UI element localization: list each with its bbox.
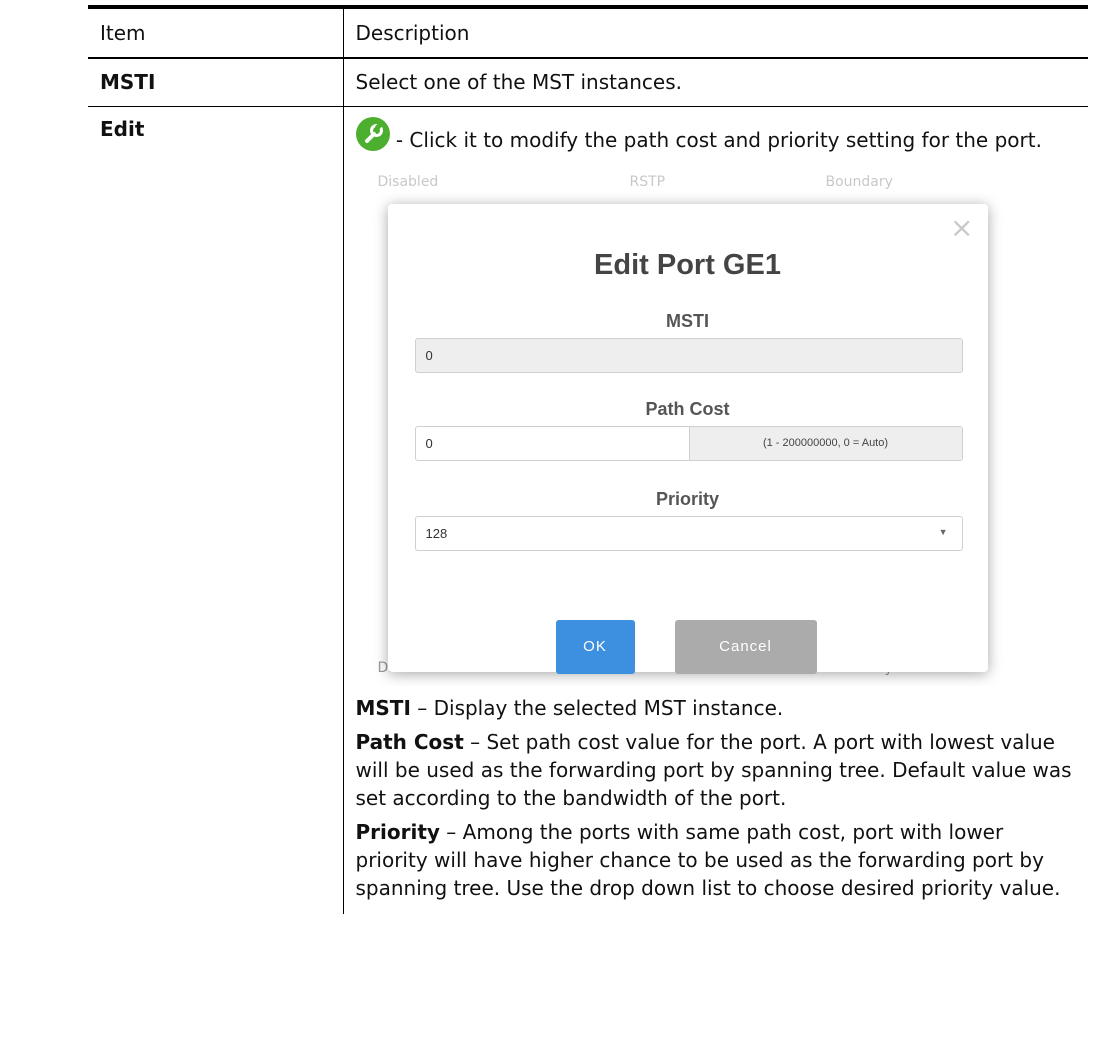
paragraph-text: – Display the selected MST instance. xyxy=(410,695,784,720)
paragraph-term: MSTI xyxy=(355,695,411,720)
edit-port-dialog: × Edit Port GE1 MSTI 0 Path Cost 0 (1 - … xyxy=(387,203,988,674)
edit-port-screenshot: Disabled RSTP Boundary Disabled RSTP Bou… xyxy=(356,174,1006,686)
msti-field: 0 xyxy=(414,337,963,373)
description-table: Item Description MSTI Select one of the … xyxy=(88,5,1088,914)
cancel-button[interactable]: Cancel xyxy=(674,619,817,674)
table-header-row: Item Description xyxy=(88,5,1088,59)
path-cost-value: 0 xyxy=(425,435,433,451)
priority-select[interactable]: 128 ▼ xyxy=(414,515,963,551)
background-cell: Disabled xyxy=(377,173,439,190)
paragraph-term: Path Cost xyxy=(355,729,464,754)
header-description: Description xyxy=(343,5,1088,59)
item-cell: MSTI xyxy=(88,58,344,107)
description-cell: - Click it to modify the path cost and p… xyxy=(343,106,1088,914)
edit-intro: - Click it to modify the path cost and p… xyxy=(355,116,1077,154)
item-name-edit: Edit xyxy=(100,116,145,141)
description-cell: Select one of the MST instances. xyxy=(343,58,1088,107)
paragraph-term: Priority xyxy=(355,819,440,844)
close-icon[interactable]: × xyxy=(950,213,973,242)
path-cost-input[interactable]: 0 (1 - 200000000, 0 = Auto) xyxy=(414,425,963,461)
item-name-msti: MSTI xyxy=(100,70,156,95)
path-cost-paragraph: Path Cost – Set path cost value for the … xyxy=(356,728,1077,812)
paragraph-text: – Among the ports with same path cost, p… xyxy=(355,819,1061,900)
msti-paragraph: MSTI – Display the selected MST instance… xyxy=(356,694,1077,722)
msti-value: 0 xyxy=(425,347,433,363)
background-cell: Boundary xyxy=(825,173,893,190)
paragraph-text: – Set path cost value for the port. A po… xyxy=(355,729,1072,810)
table-row: Edit - Click it to modify the path cost … xyxy=(88,106,1088,914)
priority-value: 128 xyxy=(425,525,448,541)
edit-intro-text: - Click it to modify the path cost and p… xyxy=(389,127,1042,152)
ok-button[interactable]: OK xyxy=(555,619,635,674)
background-cell: RSTP xyxy=(629,173,666,190)
priority-paragraph: Priority – Among the ports with same pat… xyxy=(356,818,1077,902)
msti-label: MSTI xyxy=(666,310,709,331)
item-cell: Edit xyxy=(88,106,344,914)
header-item: Item xyxy=(88,5,344,59)
path-cost-label: Path Cost xyxy=(645,398,730,419)
table-row: MSTI Select one of the MST instances. xyxy=(88,58,1088,107)
wrench-icon xyxy=(355,116,390,151)
priority-label: Priority xyxy=(655,488,720,509)
chevron-down-icon: ▼ xyxy=(938,526,948,537)
dialog-title: Edit Port GE1 xyxy=(594,248,781,281)
path-cost-hint: (1 - 200000000, 0 = Auto) xyxy=(688,426,962,460)
